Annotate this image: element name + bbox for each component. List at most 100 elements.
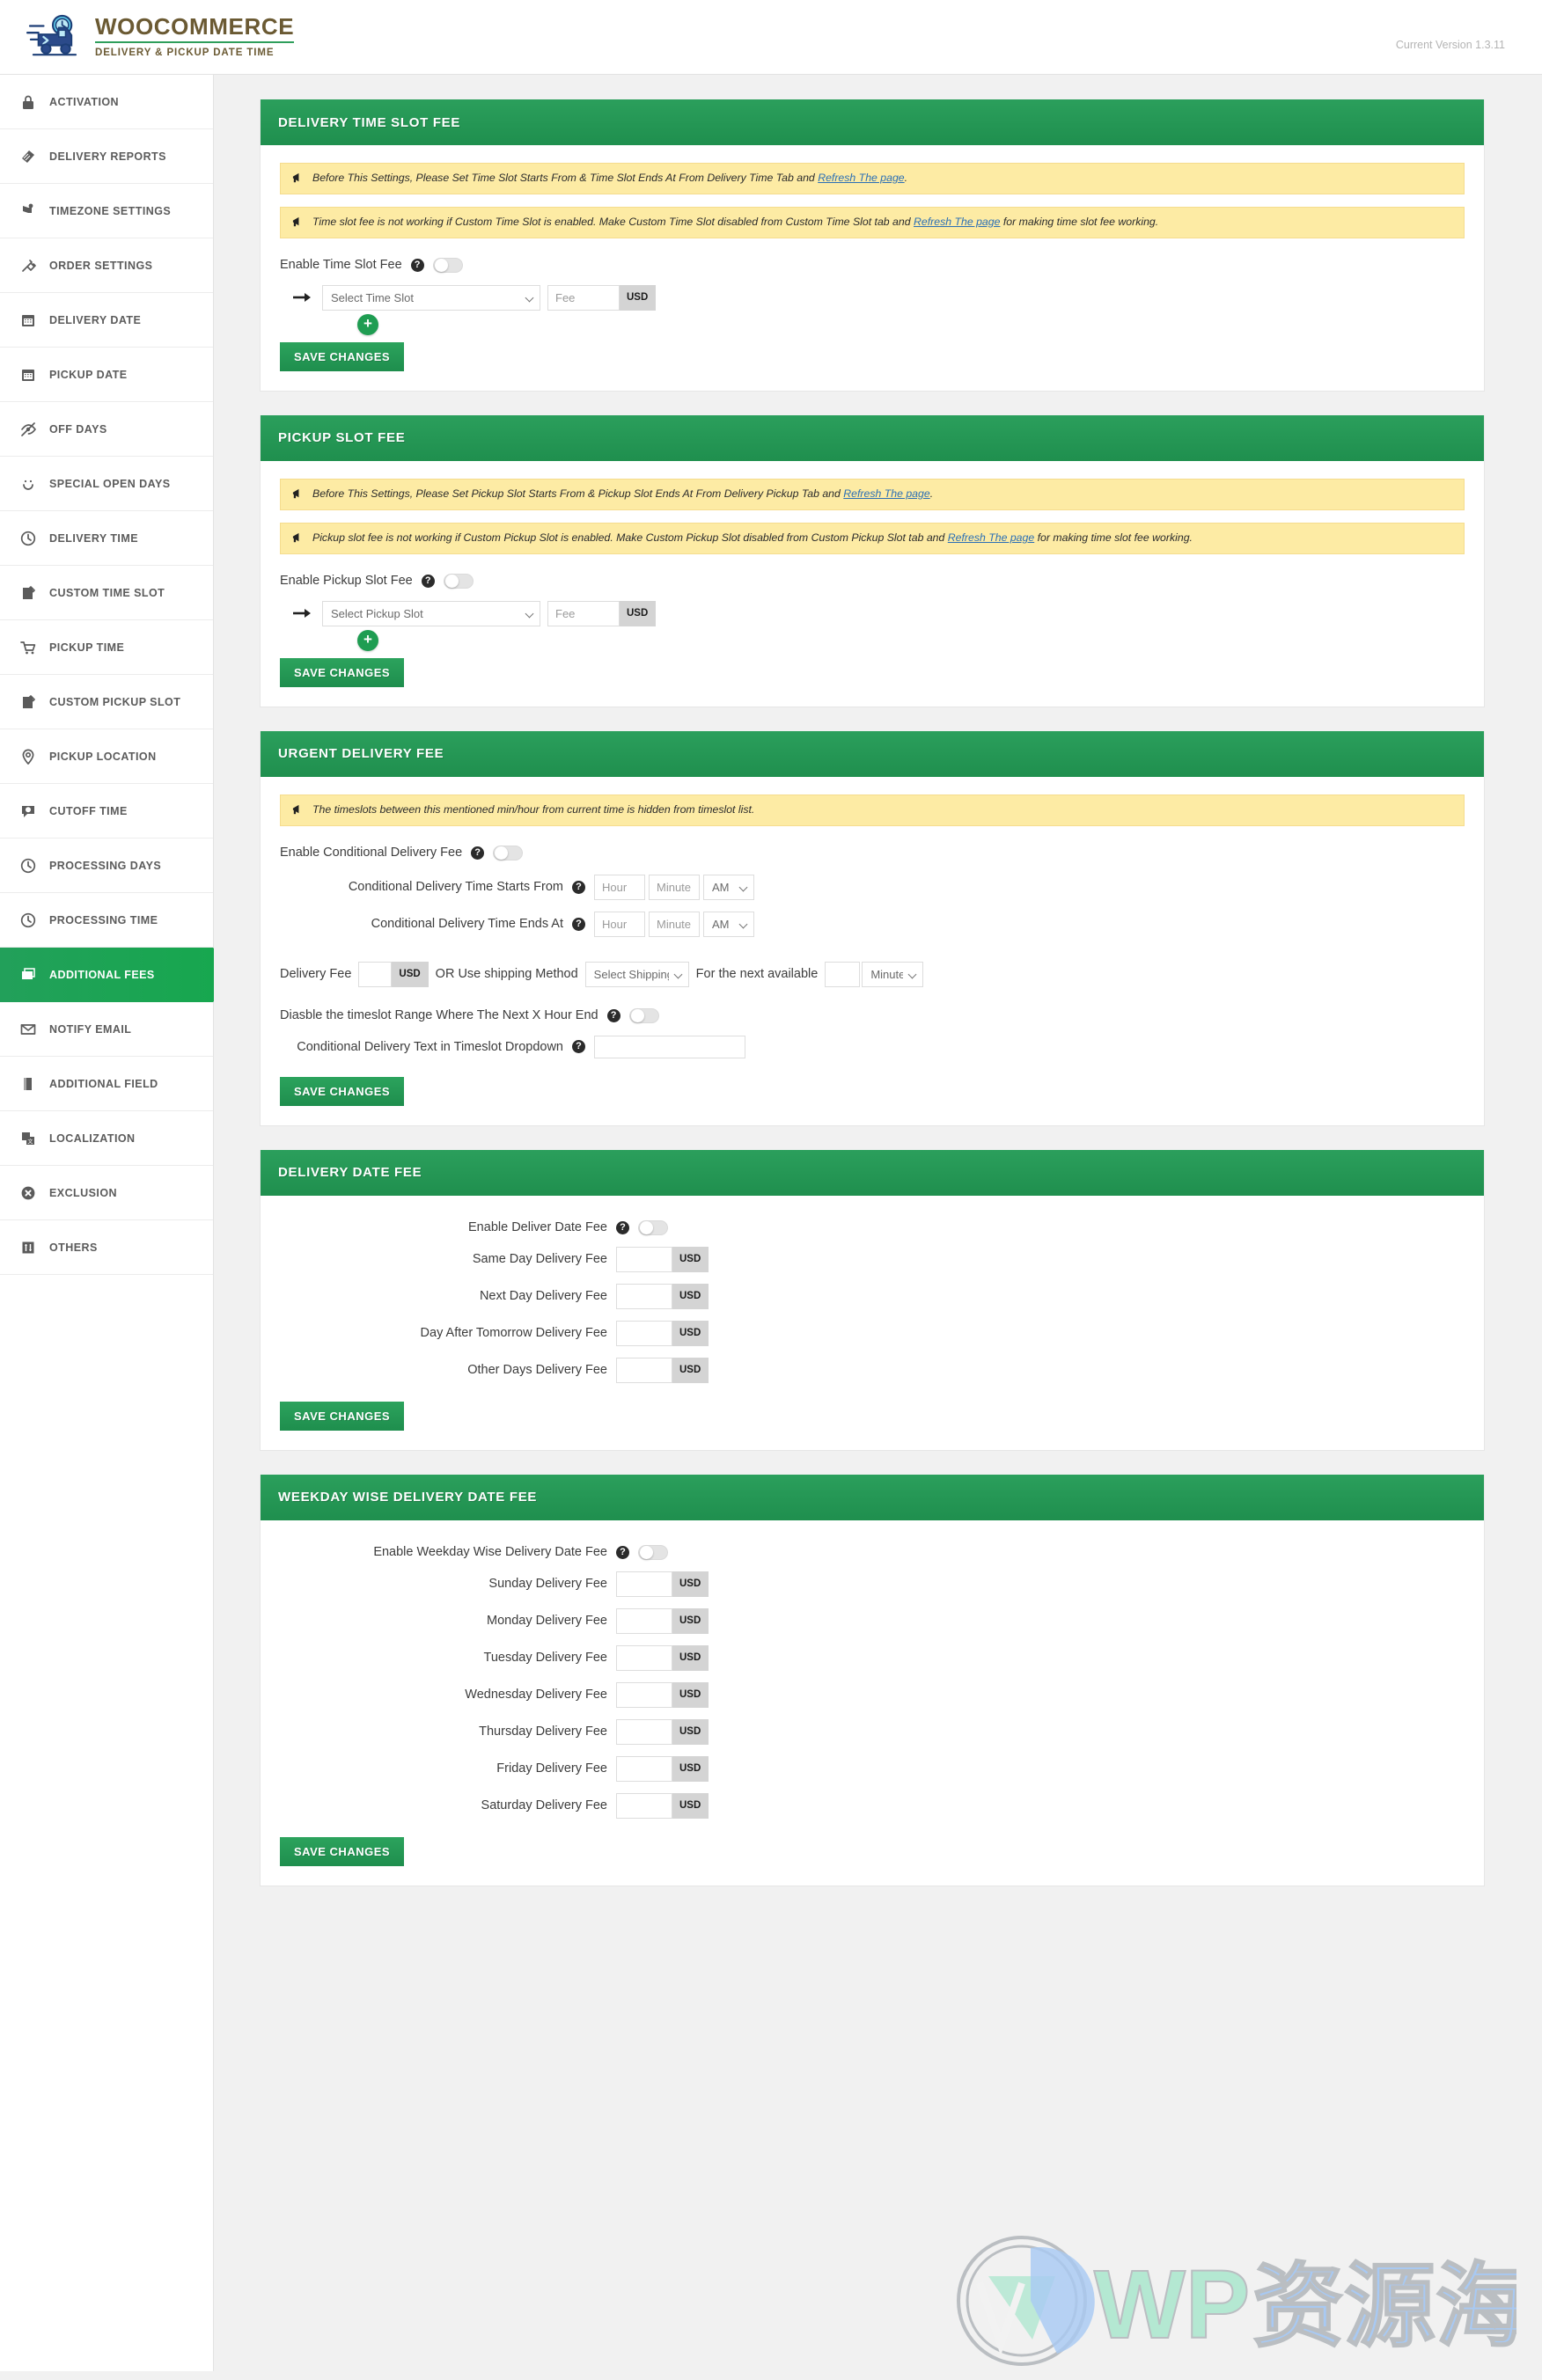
help-icon[interactable]: ? — [410, 258, 424, 272]
add-pickup-slot-fee-button[interactable]: + — [357, 629, 378, 651]
sidebar-item-off-days[interactable]: OFF DAYS — [0, 402, 213, 457]
weekday-fee-input[interactable] — [616, 1571, 672, 1597]
panel-pickup-slot-fee: Pickup Slot Fee Before This Settings, Pl… — [260, 414, 1485, 707]
conditional-end-minute-input[interactable] — [649, 911, 700, 937]
pickup-slot-fee-input[interactable] — [547, 600, 620, 626]
svg-text:WP: WP — [1094, 2251, 1250, 2359]
conditional-end-label: Conditional Delivery Time Ends At — [371, 917, 563, 932]
weekday-fee-input[interactable] — [616, 1681, 672, 1708]
help-icon[interactable]: ? — [572, 1040, 585, 1054]
conditional-end-meridiem-select[interactable]: AM — [703, 911, 754, 937]
enable-time-slot-fee-label: Enable Time Slot Fee — [280, 258, 402, 273]
currency-addon: USD — [672, 1792, 709, 1819]
conditional-start-meridiem-select[interactable]: AM — [703, 874, 754, 900]
sidebar-item-others[interactable]: OTHERS — [0, 1220, 213, 1275]
conditional-end-hour-input[interactable] — [594, 911, 645, 937]
sidebar-item-delivery-time[interactable]: DELIVERY TIME — [0, 511, 213, 566]
save-button-urgent-delivery-fee[interactable]: Save Changes — [280, 1076, 405, 1106]
help-icon[interactable]: ? — [616, 1220, 629, 1234]
sidebar-item-label: PICKUP DATE — [49, 368, 128, 381]
delivery-date-fee-label: Day After Tomorrow Delivery Fee — [420, 1326, 607, 1341]
sidebar-item-timezone-settings[interactable]: TIMEZONE SETTINGS — [0, 184, 213, 238]
delivery-date-fee-input[interactable] — [616, 1357, 672, 1383]
sidebar-item-label: EXCLUSION — [49, 1186, 117, 1199]
weekday-fee-input[interactable] — [616, 1607, 672, 1634]
select-time-slot[interactable]: Select Time Slot — [322, 284, 540, 311]
delivery-date-fee-input[interactable] — [616, 1246, 672, 1272]
sidebar-item-pickup-time[interactable]: PICKUP TIME — [0, 620, 213, 675]
enable-pickup-slot-fee-toggle[interactable] — [443, 573, 474, 589]
conditional-start-hour-input[interactable] — [594, 874, 645, 900]
sidebar-item-label: PROCESSING DAYS — [49, 859, 162, 872]
lock-icon — [23, 95, 33, 109]
time-slot-fee-input[interactable] — [547, 284, 620, 311]
panel-title: Weekday Wise Delivery Date Fee — [278, 1490, 538, 1505]
weekday-fee-input[interactable] — [616, 1644, 672, 1671]
save-button-pickup-slot-fee[interactable]: Save Changes — [280, 657, 405, 687]
sidebar-item-processing-days[interactable]: PROCESSING DAYS — [0, 838, 213, 893]
sidebar-item-delivery-date[interactable]: DELIVERY DATE — [0, 293, 213, 348]
clock-icon — [20, 531, 36, 546]
notice-set-timeslot: Before This Settings, Please Set Time Sl… — [280, 163, 1465, 194]
enable-time-slot-fee-toggle[interactable] — [432, 257, 463, 273]
currency-addon: USD — [392, 961, 429, 987]
delivery-date-fee-row: Other Days Delivery Fee USD — [280, 1357, 1465, 1383]
save-button-delivery-date-fee[interactable]: Save Changes — [280, 1401, 405, 1431]
delivery-date-fee-input[interactable] — [616, 1283, 672, 1309]
panel-header: Urgent Delivery Fee — [261, 730, 1484, 777]
plus-icon: + — [363, 631, 372, 648]
sidebar-item-processing-time[interactable]: PROCESSING TIME — [0, 893, 213, 948]
sidebar-item-exclusion[interactable]: EXCLUSION — [0, 1166, 213, 1220]
sidebar-item-delivery-reports[interactable]: DELIVERY REPORTS — [0, 129, 213, 184]
sidebar-item-order-settings[interactable]: ORDER SETTINGS — [0, 238, 213, 293]
delivery-date-fee-input[interactable] — [616, 1320, 672, 1346]
weekday-fee-label: Thursday Delivery Fee — [479, 1725, 607, 1739]
sidebar-item-pickup-location[interactable]: PICKUP LOCATION — [0, 729, 213, 784]
weekday-fee-input[interactable] — [616, 1755, 672, 1782]
refresh-page-link[interactable]: Refresh The page — [914, 216, 1000, 228]
report-icon — [22, 150, 34, 163]
currency-addon: USD — [672, 1607, 709, 1634]
sidebar-item-special-open-days[interactable]: SPECIAL OPEN DAYS — [0, 457, 213, 511]
help-icon[interactable]: ? — [421, 574, 435, 588]
help-icon[interactable]: ? — [606, 1008, 620, 1022]
sidebar-item-additional-field[interactable]: ADDITIONAL FIELD — [0, 1057, 213, 1111]
sidebar-item-localization[interactable]: 文 LOCALIZATION — [0, 1111, 213, 1166]
weekday-fee-input[interactable] — [616, 1792, 672, 1819]
delivery-date-fee-label: Same Day Delivery Fee — [472, 1252, 607, 1267]
conditional-start-minute-input[interactable] — [649, 874, 700, 900]
enable-weekday-fee-toggle[interactable] — [638, 1544, 668, 1560]
sidebar-item-custom-pickup-slot[interactable]: CUSTOM PICKUP SLOT — [0, 675, 213, 729]
sidebar-item-custom-time-slot[interactable]: CUSTOM TIME SLOT — [0, 566, 213, 620]
save-button-time-slot-fee[interactable]: Save Changes — [280, 341, 405, 371]
select-pickup-slot[interactable]: Select Pickup Slot — [322, 600, 540, 626]
help-icon[interactable]: ? — [616, 1545, 629, 1559]
refresh-page-link[interactable]: Refresh The page — [843, 487, 929, 500]
save-button-weekday-fee[interactable]: Save Changes — [280, 1836, 405, 1866]
enable-deliver-date-fee-toggle[interactable] — [638, 1219, 668, 1235]
refresh-page-link[interactable]: Refresh The page — [818, 172, 904, 184]
weekday-fee-input[interactable] — [616, 1718, 672, 1745]
disable-timeslot-range-toggle[interactable] — [628, 1007, 659, 1023]
sidebar-item-cutoff-time[interactable]: CUTOFF TIME — [0, 784, 213, 838]
weekday-fee-label: Tuesday Delivery Fee — [483, 1651, 608, 1666]
sidebar-item-activation[interactable]: ACTIVATION — [0, 75, 213, 129]
sidebar-item-pickup-date[interactable]: PICKUP DATE — [0, 348, 213, 402]
help-icon[interactable]: ? — [572, 880, 585, 894]
conditional-start-label: Conditional Delivery Time Starts From — [348, 880, 563, 895]
next-available-input[interactable] — [825, 961, 861, 987]
shipping-method-select[interactable]: Select Shipping Method — [584, 961, 689, 987]
smiley-icon — [23, 480, 33, 490]
refresh-page-link[interactable]: Refresh The page — [948, 531, 1034, 544]
next-available-unit-select[interactable]: Minutes — [862, 961, 924, 987]
help-icon[interactable]: ? — [572, 917, 585, 931]
enable-conditional-delivery-fee-toggle[interactable] — [493, 845, 524, 860]
help-icon[interactable]: ? — [471, 846, 485, 860]
sidebar-item-additional-fees[interactable]: ADDITIONAL FEES — [0, 948, 239, 1002]
delivery-fee-input[interactable] — [358, 961, 393, 987]
sidebar-item-label: CUSTOM TIME SLOT — [49, 586, 165, 599]
sidebar-item-notify-email[interactable]: NOTIFY EMAIL — [0, 1002, 213, 1057]
conditional-dropdown-text-input[interactable] — [594, 1035, 745, 1058]
add-time-slot-fee-button[interactable]: + — [357, 313, 378, 335]
megaphone-icon — [292, 489, 299, 499]
